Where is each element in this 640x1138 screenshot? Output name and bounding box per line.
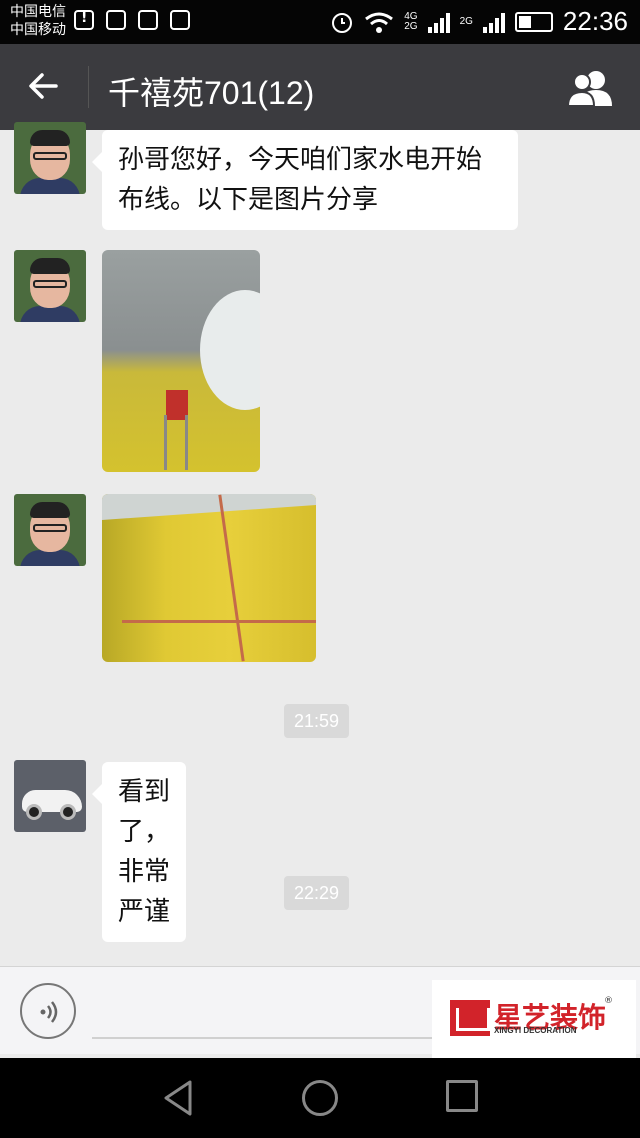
nav-back-button[interactable] [160, 1078, 196, 1118]
message-bubble[interactable]: 孙哥您好，今天咱们家水电开始布线。以下是图片分享 [92, 130, 518, 230]
photo-detail [164, 415, 188, 470]
triangle-back-icon [164, 1080, 192, 1116]
timestamp: 22:29 [284, 876, 350, 910]
app-notification-icon [138, 10, 158, 30]
avatar[interactable] [14, 760, 86, 832]
message-text: 孙哥您好，今天咱们家水电开始布线。以下是图片分享 [118, 145, 483, 215]
avatar[interactable] [14, 494, 86, 566]
wifi-icon [365, 12, 394, 33]
carrier-1: 中国电信 [10, 4, 66, 20]
registered-mark: ® [604, 996, 613, 1006]
clock: 22:36 [562, 6, 628, 36]
signal-icon-1 [427, 11, 450, 33]
network-type-2: 2G [459, 15, 473, 27]
voice-button[interactable] [20, 983, 76, 1039]
photo-detail [122, 620, 316, 623]
message-bubble[interactable]: 看到了，非常严谨 [92, 762, 186, 942]
sim-warning-icon [74, 10, 94, 30]
photo-detail [218, 494, 245, 662]
image-notification-icon [106, 10, 126, 30]
voice-input-icon [40, 1001, 58, 1023]
status-bar: 中国电信 中国移动 4G 2G 2G 22:36 [0, 0, 640, 44]
chat-header: 千禧苑701(12) [0, 44, 640, 130]
carrier-2: 中国移动 [10, 22, 66, 38]
chat-title: 千禧苑701(12) [108, 75, 315, 111]
alarm-icon [332, 12, 353, 33]
group-info-button[interactable] [566, 68, 616, 108]
avatar[interactable] [14, 122, 86, 194]
nav-home-button[interactable] [302, 1080, 338, 1116]
network-type-1: 4G 2G [404, 10, 418, 32]
header-divider [88, 66, 89, 108]
photo-detail [200, 290, 260, 410]
battery-icon [514, 11, 553, 32]
back-button[interactable] [24, 66, 64, 106]
system-nav-bar [0, 1058, 640, 1138]
brand-subtitle: XINGYI DECORATION [494, 1026, 577, 1035]
avatar[interactable] [14, 250, 86, 322]
photo-detail [102, 494, 316, 520]
brand-watermark: 星艺装饰 ® XINGYI DECORATION [432, 980, 636, 1058]
app-notification-icon-2 [170, 10, 190, 30]
image-message[interactable] [102, 494, 316, 662]
nav-recents-button[interactable] [446, 1080, 478, 1112]
arrow-left-icon [29, 73, 58, 99]
timestamp: 21:59 [284, 704, 350, 738]
network-label-4g: 4G [404, 10, 418, 22]
image-message[interactable] [102, 250, 260, 472]
network-label-2g: 2G [404, 20, 418, 32]
house-logo-icon [450, 1000, 490, 1036]
group-members-icon [566, 71, 612, 107]
message-text: 看到了，非常严谨 [118, 777, 171, 927]
notification-icons [74, 10, 190, 30]
signal-icon-2 [482, 11, 505, 33]
status-right: 4G 2G 2G 22:36 [330, 6, 628, 37]
message-input[interactable] [92, 1037, 432, 1039]
carrier-names: 中国电信 中国移动 [10, 3, 66, 39]
